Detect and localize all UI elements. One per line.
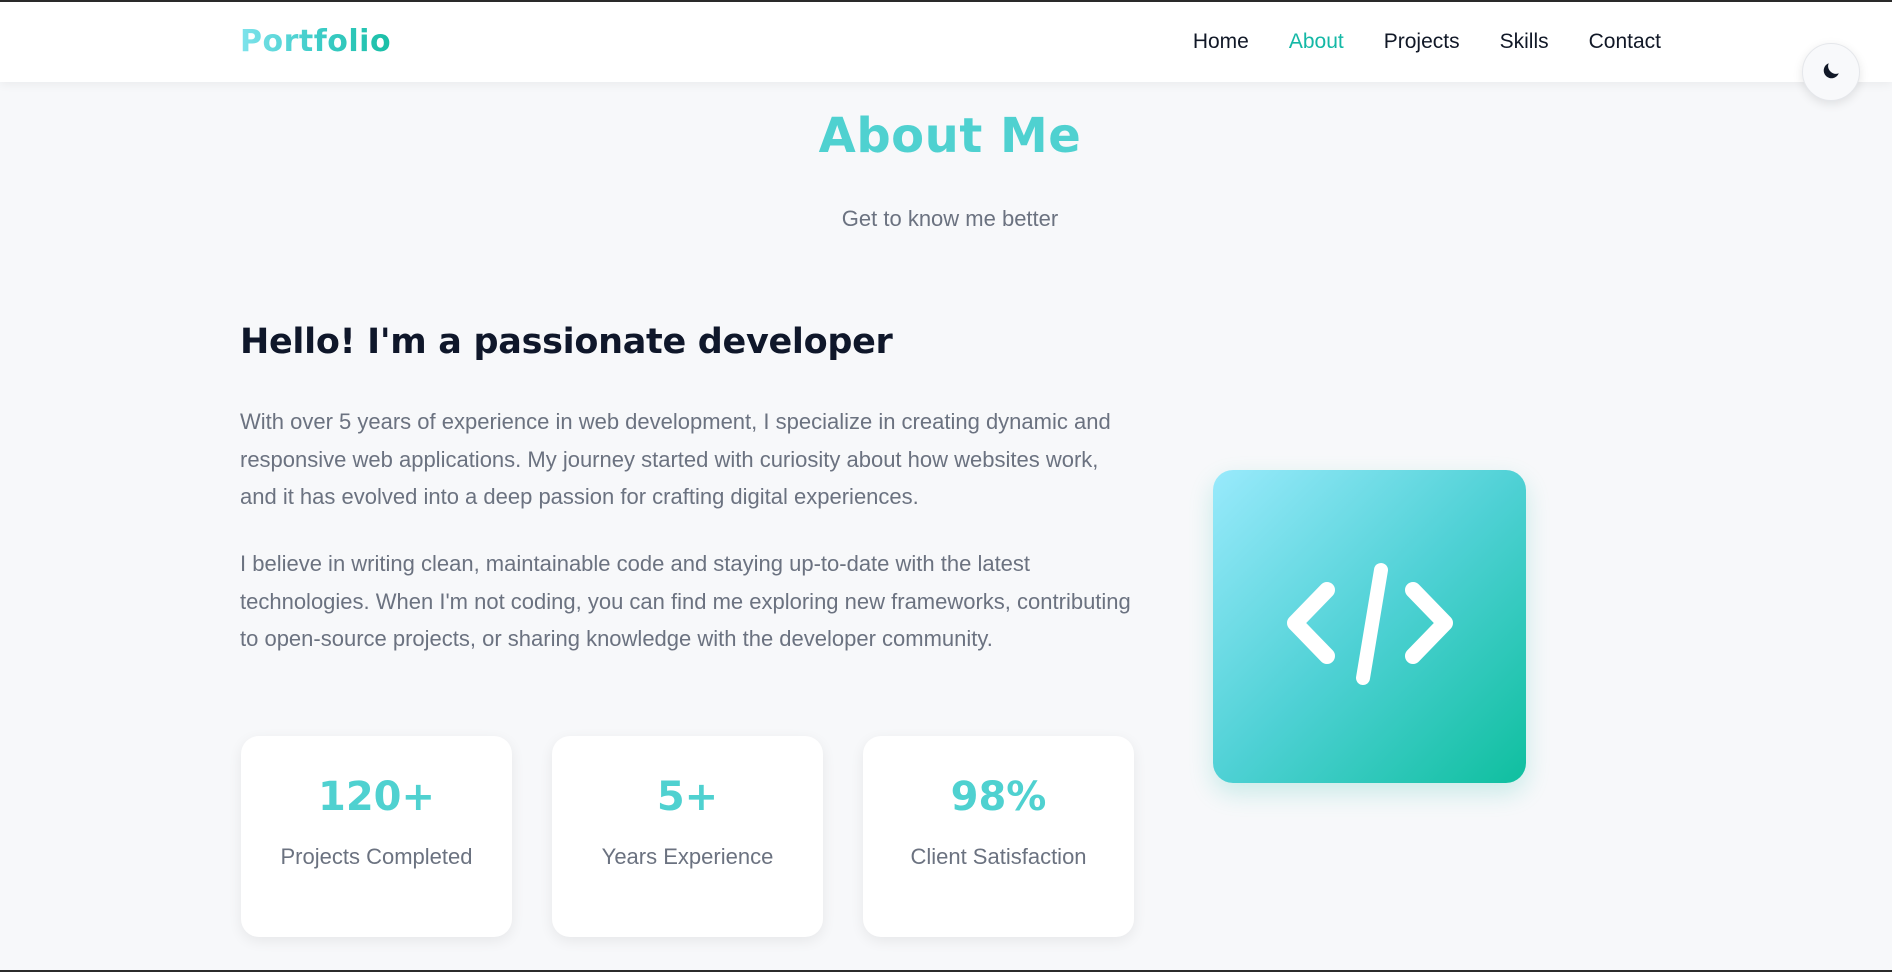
stat-value: 98% <box>950 774 1047 820</box>
stat-card-satisfaction: 98% Client Satisfaction <box>863 736 1134 937</box>
nav-item-about[interactable]: About <box>1289 30 1344 54</box>
stat-label: Years Experience <box>601 844 774 869</box>
nav-item-skills[interactable]: Skills <box>1500 30 1549 54</box>
nav-links: Home About Projects Skills Contact <box>1193 30 1661 54</box>
section-subtitle: Get to know me better <box>841 206 1059 231</box>
stat-card-projects: 120+ Projects Completed <box>241 736 512 937</box>
nav-item-projects[interactable]: Projects <box>1384 30 1460 54</box>
logo[interactable]: Portfolio <box>240 24 391 59</box>
stat-label: Projects Completed <box>280 844 473 869</box>
stat-value: 5+ <box>656 774 719 820</box>
nav-item-contact[interactable]: Contact <box>1589 30 1661 54</box>
stat-value: 120+ <box>317 774 435 820</box>
about-paragraph-1: With over 5 years of experience in web d… <box>240 409 1111 509</box>
moon-icon <box>1820 60 1842 85</box>
stat-card-experience: 5+ Years Experience <box>552 736 823 937</box>
about-paragraph-2: I believe in writing clean, maintainable… <box>240 551 1131 651</box>
navbar: Portfolio Home About Projects Skills Con… <box>0 2 1892 82</box>
code-icon <box>1285 555 1455 699</box>
stat-label: Client Satisfaction <box>910 844 1087 869</box>
about-image <box>1213 470 1526 783</box>
theme-toggle-button[interactable] <box>1802 43 1860 101</box>
section-title: About Me <box>818 108 1082 164</box>
nav-item-home[interactable]: Home <box>1193 30 1249 54</box>
about-heading: Hello! I'm a passionate developer <box>240 322 893 362</box>
stats-row: 120+ Projects Completed 5+ Years Experie… <box>241 736 1134 937</box>
